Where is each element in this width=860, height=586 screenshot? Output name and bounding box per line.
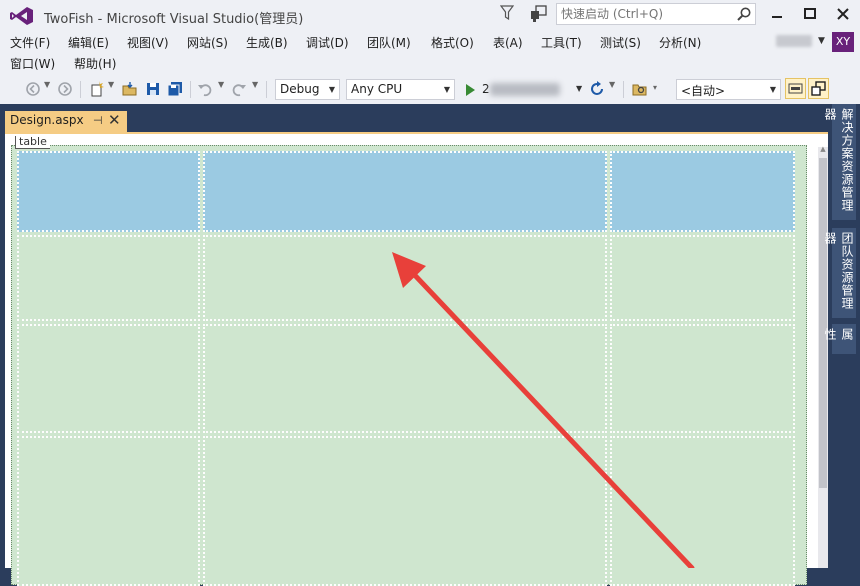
arrow-shaft xyxy=(405,265,695,568)
annotation-arrow xyxy=(392,252,695,568)
